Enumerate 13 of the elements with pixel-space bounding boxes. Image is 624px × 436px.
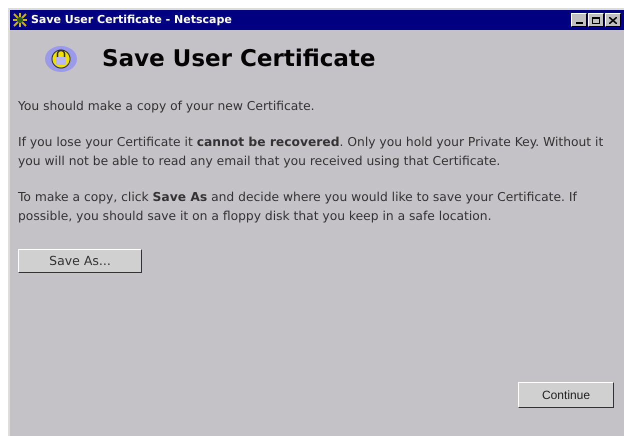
body-paragraph: You should make a copy of your new Certificate.	[18, 98, 316, 114]
maximize-button[interactable]	[588, 13, 604, 27]
body-paragraph: To make a copy, click Save As and decide where you would like to save your Certificate. If possible, you should save it on a floppy disk that you keep in a safe location.	[18, 188, 578, 224]
lock-icon	[44, 44, 78, 74]
continue-button[interactable]: Continue	[518, 382, 614, 408]
close-button[interactable]	[605, 13, 621, 27]
close-icon	[609, 16, 617, 24]
save-as-button[interactable]: Save As...	[18, 248, 142, 273]
window-title: Save User Certificate - Netscape	[31, 12, 233, 28]
body-paragraph: If you lose your Certificate it cannot be recovered. Only you hold your Private Key. Without it you will not be able to read any email that you received using that Certificate.	[18, 134, 604, 170]
minimize-button[interactable]	[571, 13, 587, 27]
dialog-heading: Save User Certificate	[102, 45, 376, 74]
app-icon	[13, 13, 27, 27]
